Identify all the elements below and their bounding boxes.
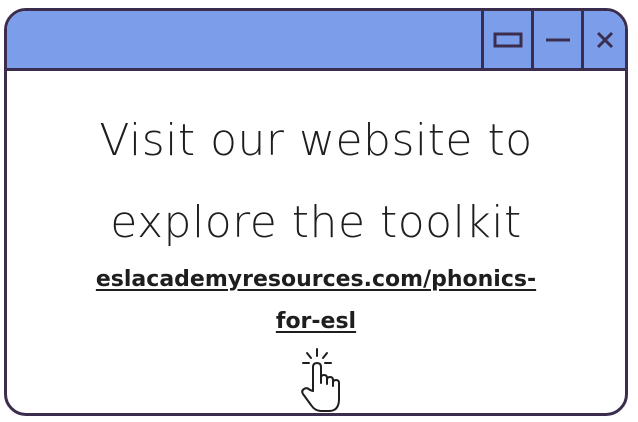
browser-window: Visit our website to explore the toolkit… — [4, 8, 628, 416]
headline-line-2: explore the toolkit — [110, 197, 522, 248]
hand-pointer-click-icon — [301, 348, 340, 412]
window-content: Visit our website to explore the toolkit… — [7, 71, 625, 413]
maximize-icon — [493, 32, 522, 47]
window-controls — [481, 11, 625, 68]
website-link-line-2[interactable]: for-esl — [7, 309, 625, 334]
close-button[interactable] — [581, 11, 625, 68]
close-icon — [596, 31, 613, 48]
headline-line-1: Visit our website to — [99, 115, 533, 166]
minimize-icon — [545, 38, 570, 41]
title-bar[interactable] — [7, 11, 625, 71]
maximize-button[interactable] — [481, 11, 531, 68]
minimize-button[interactable] — [531, 11, 581, 68]
website-link-line-1[interactable]: eslacademyresources.com/phonics- — [7, 267, 625, 292]
